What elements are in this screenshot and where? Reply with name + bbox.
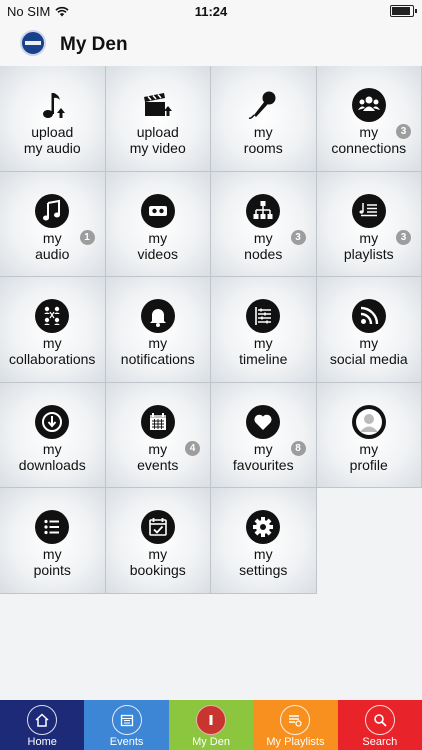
tile-timeline[interactable]: my timeline: [211, 277, 317, 383]
tile-label: my downloads: [18, 440, 86, 473]
count-badge: 3: [396, 124, 411, 139]
tile-label: my videos: [137, 229, 178, 262]
tile-label: my social media: [329, 335, 408, 367]
sitemap-icon: [246, 193, 281, 228]
tab-label: Search: [362, 736, 398, 748]
tile-playlists[interactable]: my playlists 3: [316, 171, 422, 277]
tile-label: my points: [33, 546, 71, 578]
tab-search[interactable]: Search: [337, 700, 422, 750]
tile-events[interactable]: my events 4: [105, 382, 211, 488]
tile-label: my timeline: [239, 335, 288, 367]
upload-audio-icon: [35, 88, 69, 122]
tile-collaborations[interactable]: my collaborations: [0, 277, 106, 383]
nav-header: My Den: [0, 22, 422, 67]
den-grid: upload my audio upload my video my rooms my…: [0, 66, 422, 594]
tile-upload-video[interactable]: upload my video: [105, 66, 211, 172]
empty-cell: [317, 488, 422, 594]
tile-label: upload my video: [129, 124, 186, 156]
tab-label: My Den: [192, 736, 230, 748]
tab-my-playlists[interactable]: My Playlists: [253, 700, 338, 750]
tile-audio[interactable]: my audio 1: [0, 171, 106, 277]
tile-bookings[interactable]: my bookings: [105, 488, 211, 594]
count-badge: 1: [79, 229, 95, 245]
user-avatar-icon: [351, 404, 386, 439]
timeline-icon: [246, 299, 281, 333]
calendar-icon: [140, 404, 175, 439]
tab-label: Home: [27, 736, 57, 748]
microphone-icon: [246, 88, 280, 122]
tab-events[interactable]: Events: [84, 700, 169, 750]
calendar-icon: [111, 705, 142, 735]
tile-upload-audio[interactable]: upload my audio: [0, 66, 106, 172]
tile-profile[interactable]: my profile: [316, 382, 422, 488]
heart-icon: [246, 404, 281, 439]
count-badge: 8: [290, 440, 306, 456]
den-icon: [196, 705, 227, 735]
clapperboard-upload-icon: [141, 88, 175, 122]
count-badge: 3: [290, 229, 306, 245]
playlist-icon: [280, 705, 311, 735]
count-badge: 3: [396, 229, 411, 245]
group-icon: [351, 88, 386, 122]
tile-label: my bookings: [129, 546, 186, 578]
playlist-icon: [351, 193, 386, 228]
gear-icon: [246, 510, 281, 544]
bell-icon: [140, 299, 175, 333]
tile-notifications[interactable]: my notifications: [105, 277, 211, 383]
tile-nodes[interactable]: my nodes 3: [211, 171, 317, 277]
count-badge: 4: [185, 440, 200, 456]
status-time: 11:24: [194, 4, 228, 19]
tile-label: my settings: [239, 546, 288, 578]
tile-settings[interactable]: my settings: [211, 488, 317, 594]
tile-connections[interactable]: my connections 3: [316, 66, 422, 172]
tile-favourites[interactable]: my favourites 8: [211, 382, 317, 488]
tile-label: my notifications: [120, 335, 195, 367]
tab-label: Events: [109, 736, 144, 748]
list-icon: [35, 510, 70, 544]
app-logo-icon: [20, 30, 46, 56]
tile-social-media[interactable]: my social media: [316, 277, 422, 383]
tile-label: my rooms: [243, 124, 283, 156]
battery-icon: [390, 5, 417, 17]
tab-bar: Home Events My Den My Playlists Search: [0, 700, 422, 750]
status-bar: No SIM 11:24: [0, 0, 422, 22]
page-title: My Den: [60, 34, 128, 55]
tab-label: My Playlists: [266, 736, 325, 748]
tile-videos[interactable]: my videos: [105, 171, 211, 277]
tile-points[interactable]: my points: [0, 488, 106, 594]
video-tape-icon: [140, 193, 175, 228]
rss-icon: [351, 299, 386, 333]
tile-label: upload my audio: [23, 124, 81, 156]
collaboration-icon: [35, 299, 70, 333]
calendar-check-icon: [140, 510, 175, 544]
music-note-icon: [35, 193, 70, 228]
search-icon: [364, 705, 395, 735]
tab-my-den[interactable]: My Den: [168, 700, 254, 750]
tile-label: my profile: [349, 440, 388, 473]
tile-label: my collaborations: [9, 335, 96, 367]
tile-downloads[interactable]: my downloads: [0, 382, 106, 488]
home-icon: [27, 705, 58, 735]
download-icon: [35, 404, 70, 439]
tile-rooms[interactable]: my rooms: [211, 66, 317, 172]
tab-home[interactable]: Home: [0, 700, 85, 750]
